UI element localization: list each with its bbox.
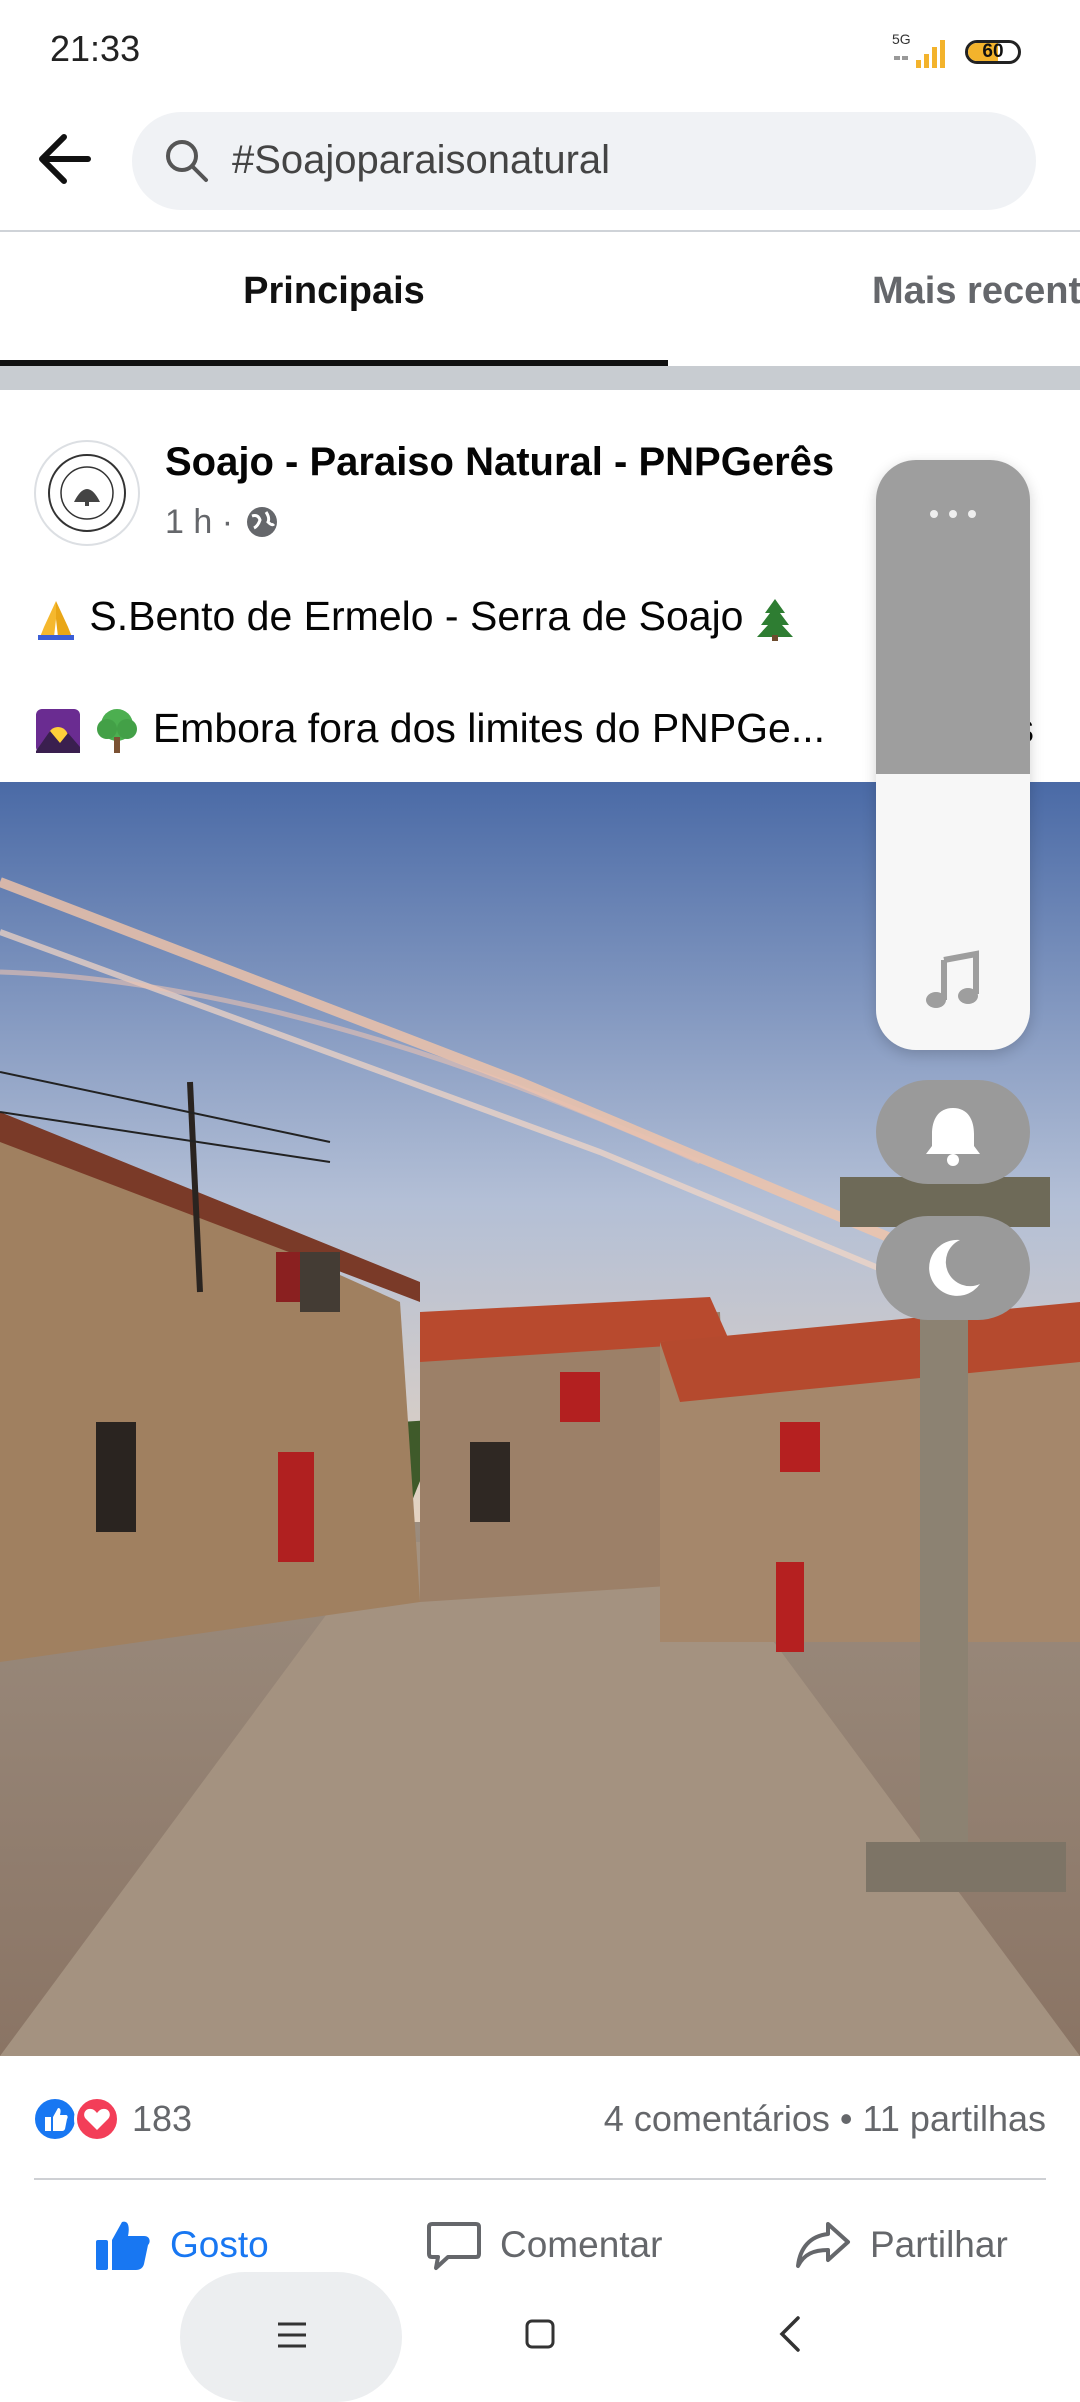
post-line1-text: S.Bento de Ermelo - Serra de Soajo (89, 593, 744, 639)
tab-principais[interactable]: Principais (0, 270, 668, 313)
page-avatar[interactable] (34, 440, 140, 546)
post-line2-text: Embora fora dos limites do PNPGe... (152, 705, 826, 751)
comment-count: 4 comentários (603, 2098, 830, 2139)
thumbs-up-icon (96, 2221, 150, 2270)
share-label: Partilhar (870, 2224, 1008, 2265)
share-icon (796, 2222, 850, 2268)
search-query: #Soajoparaisonatural (232, 138, 611, 182)
comment-label: Comentar (500, 2224, 663, 2265)
battery-level: 60 (982, 41, 1004, 62)
page-name[interactable]: Soajo - Paraiso Natural - PNPGerês (165, 440, 834, 485)
reaction-count[interactable]: 183 (132, 2098, 192, 2140)
network-label: 5G (892, 31, 911, 47)
like-reaction-icon[interactable] (32, 2096, 78, 2142)
share-count: 11 partilhas (862, 2098, 1046, 2139)
tab-active-indicator (0, 360, 668, 366)
music-note-icon (926, 950, 979, 1008)
back-chevron-icon[interactable] (776, 2314, 804, 2354)
like-button[interactable]: Gosto (94, 2210, 269, 2280)
feed-separator (0, 366, 1080, 390)
comment-button[interactable]: Comentar (426, 2210, 662, 2280)
stats-dot: • (839, 2098, 853, 2139)
comment-icon (427, 2222, 481, 2270)
bell-icon (926, 1108, 980, 1166)
search-icon (166, 140, 208, 182)
actions-divider (34, 2178, 1046, 2180)
love-reaction-icon[interactable] (74, 2096, 120, 2142)
meta-separator: · (221, 503, 234, 541)
post-time: 1 h (165, 503, 213, 541)
share-button[interactable]: Partilhar (794, 2210, 1008, 2280)
deciduous-tree-icon (97, 709, 138, 754)
evergreen-tree-icon (756, 599, 793, 642)
moon-button[interactable] (876, 1216, 1030, 1320)
more-icon[interactable] (926, 502, 980, 526)
post-text-line1: S.Bento de Ermelo - Serra de Soajo (34, 593, 795, 642)
engagement-stats[interactable]: 4 comentários • 11 partilhas (560, 2098, 1046, 2140)
header-divider (0, 230, 1080, 232)
status-time: 21:33 (50, 28, 141, 69)
bell-button[interactable] (876, 1080, 1030, 1184)
search-input[interactable]: #Soajoparaisonatural (132, 112, 1036, 210)
home-square-icon[interactable] (524, 2318, 556, 2350)
praying-hands-icon (38, 601, 74, 641)
post-meta: 1 h · (165, 503, 233, 542)
sunrise-mountains-icon (36, 709, 80, 754)
signal-5g-icon: 5G (892, 31, 945, 68)
moon-icon (929, 1239, 980, 1296)
globe-icon (247, 507, 277, 537)
floating-side-panel[interactable] (876, 460, 1030, 1050)
menu-icon[interactable] (276, 2320, 308, 2350)
tab-mais-recentes[interactable]: Mais recentes (872, 270, 1080, 313)
back-arrow-icon[interactable] (32, 125, 100, 193)
soajo-logo-icon (48, 454, 126, 532)
like-label: Gosto (170, 2224, 269, 2265)
battery-icon: 60 (965, 40, 1021, 64)
